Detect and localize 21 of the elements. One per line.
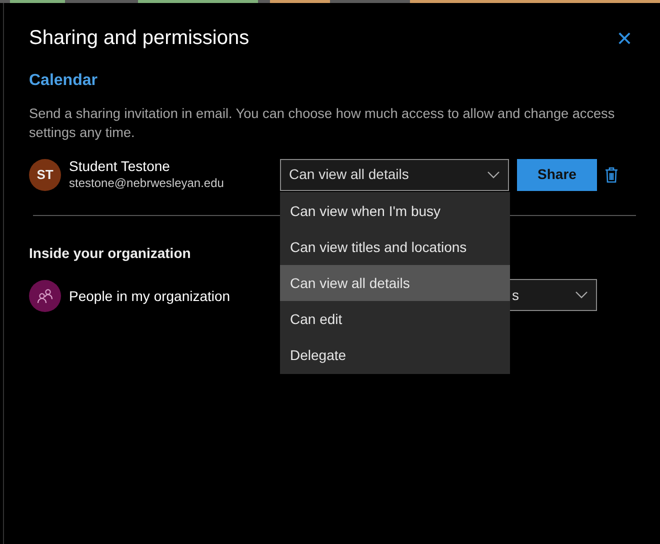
section-title: Calendar: [29, 71, 98, 91]
close-button[interactable]: ×: [616, 25, 632, 51]
menu-item[interactable]: Delegate: [280, 337, 510, 373]
menu-item[interactable]: Can view when I'm busy: [280, 193, 510, 229]
avatar: ST: [29, 158, 61, 190]
trash-icon[interactable]: [605, 166, 618, 182]
description-text: Send a sharing invitation in email. You can choose how much access to allow and change access settings any time.: [29, 105, 616, 142]
group-name: People in my organization: [69, 288, 230, 304]
dialog-title: Sharing and permissions: [29, 26, 250, 51]
share-button[interactable]: Share: [517, 158, 597, 190]
menu-item[interactable]: Can view all details: [280, 265, 510, 301]
section-heading: Inside your organization: [29, 244, 191, 263]
permission-dropdown[interactable]: s: [510, 279, 597, 311]
permission-dropdown[interactable]: Can view all details: [280, 158, 509, 190]
chevron-down-icon: [487, 170, 500, 178]
person-name: Student Testone: [69, 158, 171, 175]
people-icon: [29, 280, 61, 312]
person-email: stestone@nebrwesleyan.edu: [69, 175, 225, 191]
chevron-down-icon: [575, 291, 588, 299]
menu-item[interactable]: Can edit: [280, 301, 510, 337]
menu-item[interactable]: Can view titles and locations: [280, 229, 510, 265]
